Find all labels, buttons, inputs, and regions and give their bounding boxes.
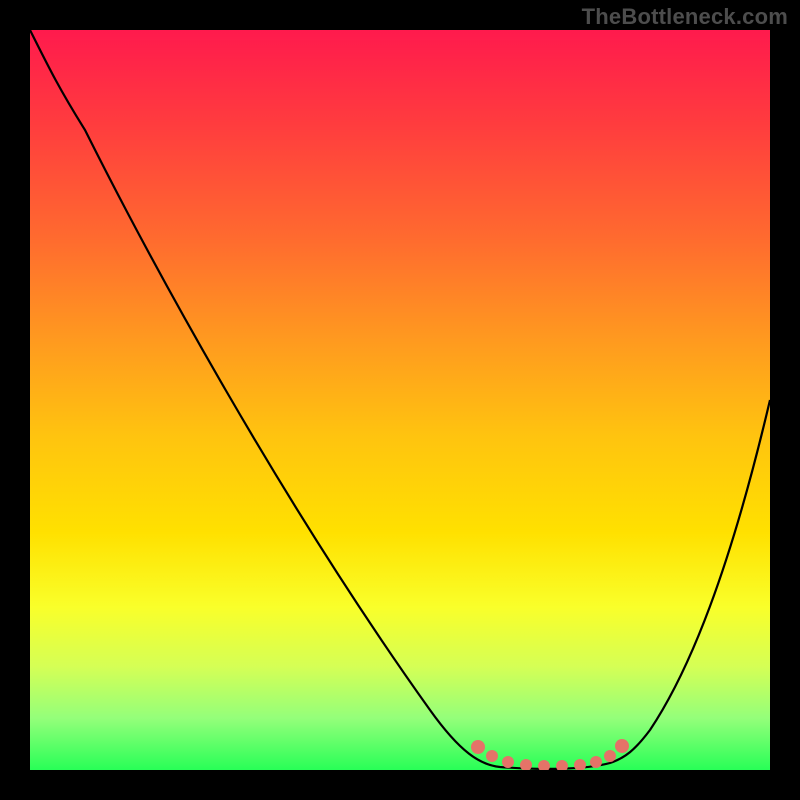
chart-frame: TheBottleneck.com: [0, 0, 800, 800]
watermark-text: TheBottleneck.com: [582, 4, 788, 30]
bottleneck-curve: [30, 30, 770, 770]
curve-path: [30, 30, 770, 769]
